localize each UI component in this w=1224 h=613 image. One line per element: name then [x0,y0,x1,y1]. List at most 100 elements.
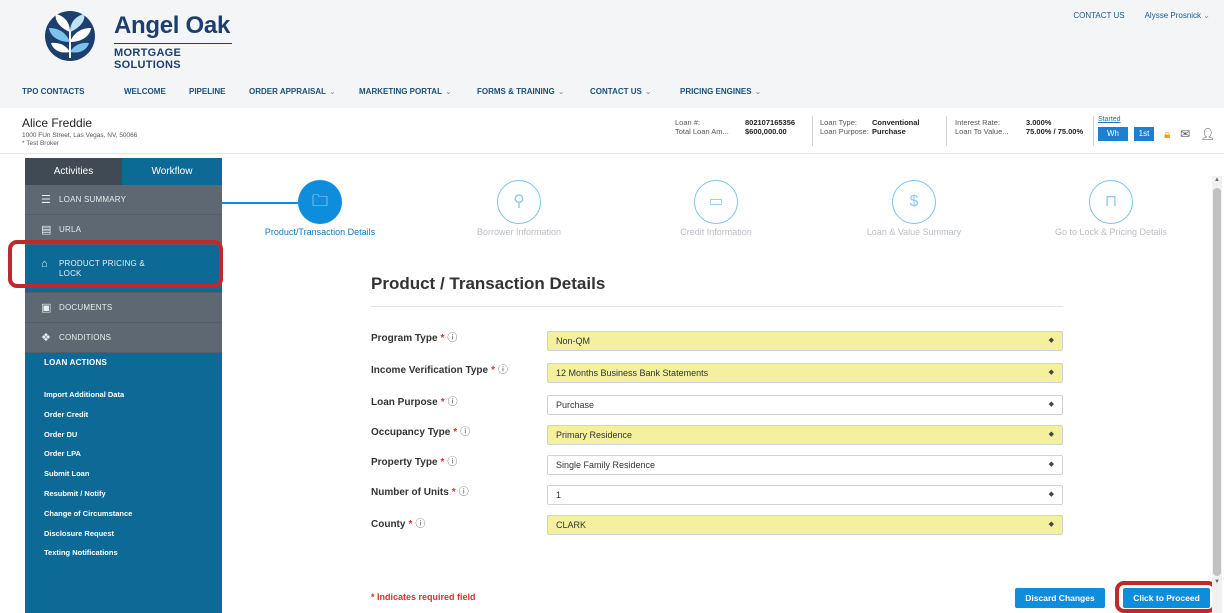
loan-type: Conventional [872,118,920,127]
total-loan-label: Total Loan Am... [675,127,729,136]
nav-label: ORDER APPRAISAL [249,87,327,96]
chevron-down-icon: ⌄ [644,87,652,96]
step-product-transaction[interactable]: 🗀 [298,180,342,224]
field-label-occupancy-type: Occupancy Type * ⓘ [371,423,470,438]
field-label-loan-purpose: Loan Purpose * ⓘ [371,393,458,408]
occupancy-type-select[interactable]: Primary Residence ◆ [547,425,1063,445]
program-type-select[interactable]: Non-QM ◆ [547,331,1063,351]
chevron-down-icon: ⌄ [1203,11,1210,20]
nav-marketing-portal[interactable]: MARKETING PORTAL ⌄ [359,87,452,96]
select-arrow-icon: ◆ [1048,431,1054,438]
step-lock-pricing[interactable]: ⊓ [1089,180,1133,224]
action-order-du[interactable]: Order DU [44,430,214,450]
angel-oak-logo[interactable]: Angel Oak MORTGAGE SOLUTIONS [44,10,234,71]
required-mark: * [453,427,458,438]
action-texting-notifications[interactable]: Texting Notifications [44,548,214,568]
nav-label: FORMS & TRAINING [477,87,555,96]
tab-workflow[interactable]: Workflow [122,158,222,185]
nav-pricing-engines[interactable]: PRICING ENGINES ⌄ [680,87,761,96]
number-of-units-select[interactable]: 1 ◆ [547,485,1063,505]
action-order-credit[interactable]: Order Credit [44,410,214,430]
nav-welcome[interactable]: WELCOME [124,87,166,96]
label-text: Number of Units [371,487,449,498]
action-change-of-circumstance[interactable]: Change of Circumstance [44,509,214,529]
label-text: Occupancy Type [371,427,451,438]
broker-name: * Test Broker [22,140,60,147]
income-verification-select[interactable]: 12 Months Business Bank Statements ◆ [547,363,1063,383]
loan-purpose-select[interactable]: Purchase ◆ [547,395,1063,415]
brand-divider [114,43,232,44]
select-arrow-icon: ◆ [1048,337,1054,344]
nav-order-appraisal[interactable]: ORDER APPRAISAL ⌄ [249,87,336,96]
loan-type-label: Loan Type: [820,118,857,127]
action-resubmit-notify[interactable]: Resubmit / Notify [44,489,214,509]
divider [1093,116,1094,146]
chevron-down-icon: ⌄ [444,87,452,96]
user-menu[interactable]: Alysse Prosnick ⌄ [1145,11,1210,20]
step-label: Credit Information [680,227,752,237]
info-icon[interactable]: ⓘ [447,333,457,344]
scrollbar-thumb[interactable] [1213,188,1221,576]
nav-forms-training[interactable]: FORMS & TRAINING ⌄ [477,87,564,96]
field-label-number-of-units: Number of Units * ⓘ [371,483,469,498]
menu-item-loan-summary[interactable]: ☰ LOAN SUMMARY [25,185,222,215]
step-loan-value-summary[interactable]: $ [892,180,936,224]
vertical-scrollbar[interactable]: ▲ ▼ [1212,176,1222,613]
nav-tpo-contacts[interactable]: TPO CONTACTS [22,87,85,96]
select-value: Primary Residence [556,430,633,440]
divider [946,116,947,146]
action-import-additional-data[interactable]: Import Additional Data [44,390,214,410]
action-disclosure-request[interactable]: Disclosure Request [44,529,214,549]
info-icon[interactable]: ⓘ [459,487,469,498]
select-value: Purchase [556,400,595,410]
menu-item-conditions[interactable]: ❖ CONDITIONS [25,323,222,353]
lock-icon[interactable]: 🔒︎ [1164,128,1170,140]
discard-changes-button[interactable]: Discard Changes [1015,588,1105,608]
nav-contact-us[interactable]: CONTACT US ⌄ [590,87,652,96]
info-icon[interactable]: ⓘ [448,397,458,408]
nav-label: WELCOME [124,87,166,96]
info-icon[interactable]: ⓘ [498,365,508,376]
info-icon[interactable]: ⓘ [415,519,425,530]
chevron-down-icon: ⌄ [329,87,336,96]
property-type-select[interactable]: Single Family Residence ◆ [547,455,1063,475]
action-submit-loan[interactable]: Submit Loan [44,469,214,489]
contact-us-link[interactable]: CONTACT US [1073,11,1124,20]
person-icon[interactable]: 👤︎ [1200,128,1215,140]
first-button[interactable]: 1st [1134,127,1154,141]
required-mark: * [440,333,445,344]
step-label: Loan & Value Summary [866,227,962,237]
label-text: Income Verification Type [371,365,489,376]
dollar-icon: $ [909,193,919,210]
loan-number: 802107165356 [745,118,796,127]
borrower-address: 1000 FUn Street, Las Vegas, NV, 50066 * … [22,132,137,148]
nav-label: CONTACT US [590,87,642,96]
menu-item-documents[interactable]: ▣ DOCUMENTS [25,293,222,323]
scroll-down-icon[interactable]: ▼ [1214,579,1220,585]
total-loan-amount: $600,000.00 [745,127,787,136]
field-label-income-verification: Income Verification Type * ⓘ [371,361,508,376]
info-icon[interactable]: ⓘ [460,427,470,438]
scroll-up-icon[interactable]: ▲ [1214,177,1220,183]
menu-item-label: LOAN SUMMARY [59,195,127,204]
sidebar-tabs: Activities Workflow [25,158,222,185]
ltv-value: 75.00% / 75.00% [1026,127,1084,136]
tab-activities[interactable]: Activities [25,158,122,185]
select-arrow-icon: ◆ [1048,521,1054,528]
step-borrower-information[interactable]: ⚲ [497,180,541,224]
menu-item-label: DOCUMENTS [59,303,113,312]
brand-tagline: MORTGAGE SOLUTIONS [114,47,182,71]
info-icon[interactable]: ⓘ [447,457,457,468]
required-field-note: * Indicates required field [371,592,476,602]
loan-status-link[interactable]: Started [1098,116,1121,123]
nav-pipeline[interactable]: PIPELINE [189,87,225,96]
required-mark: * [440,457,445,468]
label-text: Loan Purpose [371,397,438,408]
mail-icon[interactable]: ✉ [1180,128,1190,140]
county-select[interactable]: CLARK ◆ [547,515,1063,535]
step-credit-information[interactable]: ▭ [694,180,738,224]
action-order-lpa[interactable]: Order LPA [44,449,214,469]
lock-icon: ⊓ [1104,193,1118,210]
wh-button[interactable]: Wh [1098,127,1128,141]
select-value: Single Family Residence [556,460,656,470]
